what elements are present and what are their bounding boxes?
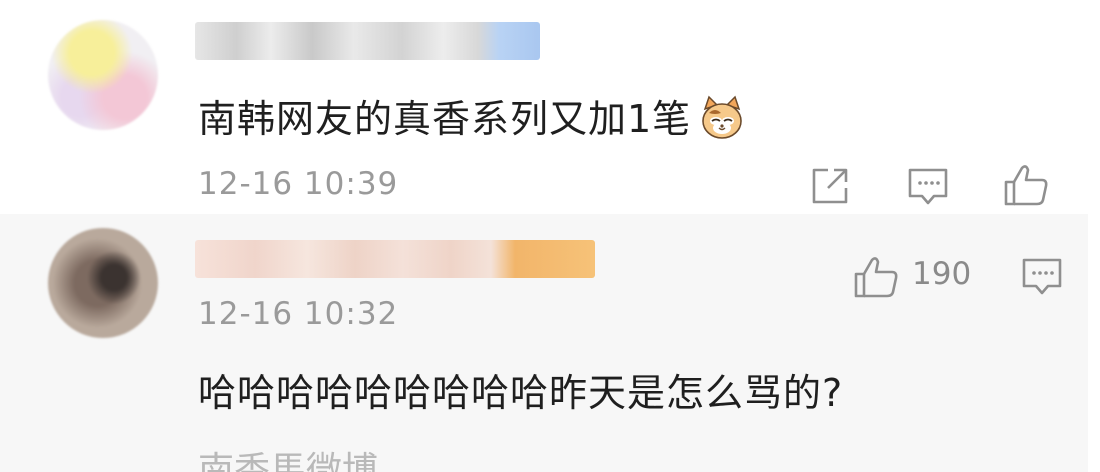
divider [1088, 214, 1100, 472]
comment-text: 哈哈哈哈哈哈哈哈哈昨天是怎么骂的? [198, 371, 844, 415]
like-icon[interactable] [1002, 162, 1050, 208]
avatar[interactable] [48, 20, 158, 130]
comment-icon[interactable] [906, 166, 950, 208]
more-replies-link[interactable]: 南香馬微博 [198, 448, 378, 472]
like-icon[interactable] [852, 254, 900, 300]
username-blurred[interactable] [195, 240, 595, 278]
comment-timestamp: 12-16 10:32 [198, 296, 399, 332]
cat-face-icon [699, 95, 745, 141]
username-blurred[interactable] [195, 22, 540, 60]
avatar[interactable] [48, 228, 158, 338]
share-icon[interactable] [810, 166, 852, 206]
comment-icon[interactable] [1020, 256, 1064, 298]
comment-item: 南韩网友的真香系列又加1笔 12-16 10:39 [0, 0, 1100, 214]
comment-text: 南韩网友的真香系列又加1笔 [198, 88, 745, 145]
comment-timestamp: 12-16 10:39 [198, 166, 399, 202]
like-count: 190 [912, 256, 972, 292]
